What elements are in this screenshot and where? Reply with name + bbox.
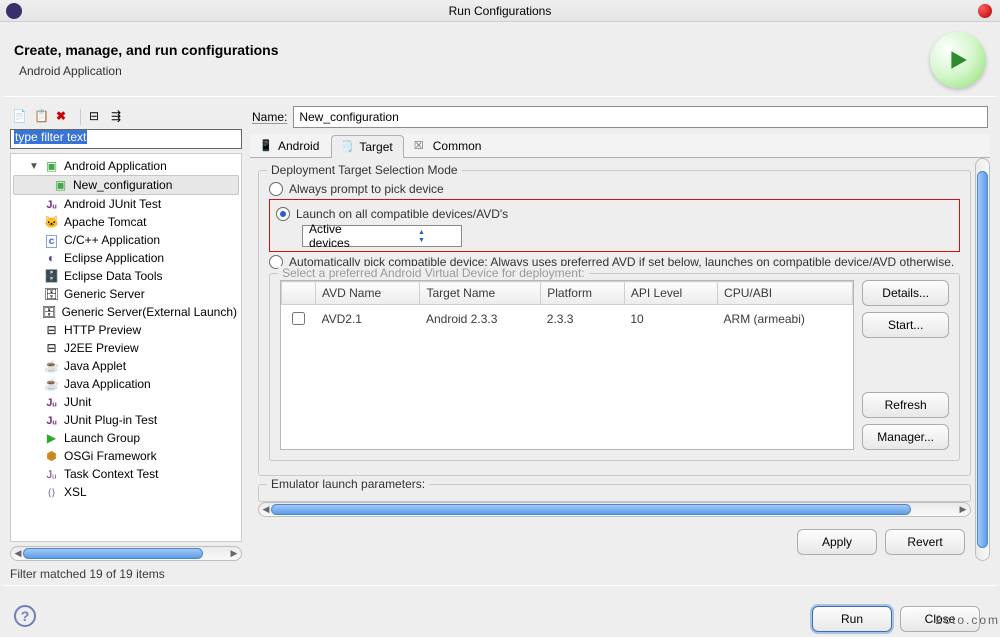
device-filter-select[interactable]: Active devices	[302, 225, 462, 247]
tree-item[interactable]: JUnit	[13, 393, 239, 411]
tree-item[interactable]: Java Applet	[13, 357, 239, 375]
tree-item[interactable]: Generic Server	[13, 285, 239, 303]
tree-item[interactable]: ▼Android Application	[13, 157, 239, 175]
tree-item[interactable]: HTTP Preview	[13, 321, 239, 339]
tree-item[interactable]: JUnit Plug-in Test	[13, 411, 239, 429]
table-row[interactable]: AVD2.1Android 2.3.32.3.310ARM (armeabi)	[282, 305, 853, 333]
radio-prompt[interactable]: Always prompt to pick device	[269, 182, 960, 196]
tree-item[interactable]: Eclipse Application	[13, 249, 239, 267]
sidebar-scroll-h[interactable]: ◀▶	[10, 546, 242, 561]
titlebar: Run Configurations	[0, 0, 1000, 22]
help-icon[interactable]: ?	[14, 605, 36, 627]
tree-item[interactable]: Generic Server(External Launch)	[13, 303, 239, 321]
content-scroll-h[interactable]: ◀▶	[258, 502, 971, 517]
emulator-params-group: Emulator launch parameters:	[258, 484, 971, 502]
eclipse-icon	[6, 3, 22, 19]
tab-android[interactable]: Android	[250, 134, 330, 157]
filter-icon[interactable]	[111, 109, 127, 125]
close-icon[interactable]	[978, 4, 992, 18]
tree-item[interactable]: Apache Tomcat	[13, 213, 239, 231]
name-label: Name:	[252, 110, 287, 124]
common-icon	[414, 139, 428, 153]
avd-legend: Select a preferred Android Virtual Devic…	[278, 266, 589, 280]
filter-field[interactable]: type filter text	[10, 129, 242, 149]
android-icon	[259, 139, 273, 153]
tree-item[interactable]: XSL	[13, 483, 239, 501]
tree-item[interactable]: Android JUnit Test	[13, 195, 239, 213]
radio-launch-all-highlight: Launch on all compatible devices/AVD's A…	[269, 199, 960, 252]
tree-item[interactable]: J2EE Preview	[13, 339, 239, 357]
tab-common[interactable]: Common	[405, 134, 493, 157]
delete-config-icon[interactable]	[56, 109, 72, 125]
tab-target[interactable]: Target	[331, 135, 403, 158]
run-big-icon	[930, 32, 986, 88]
col-cpu[interactable]: CPU/ABI	[718, 282, 853, 305]
col-api[interactable]: API Level	[624, 282, 717, 305]
run-button[interactable]: Run	[812, 606, 892, 632]
manager-button[interactable]: Manager...	[862, 424, 949, 450]
tree-item[interactable]: Launch Group	[13, 429, 239, 447]
tree-item[interactable]: Java Application	[13, 375, 239, 393]
radio-launch-all[interactable]: Launch on all compatible devices/AVD's	[276, 207, 953, 221]
config-tree[interactable]: ▼Android ApplicationNew_configurationAnd…	[10, 153, 242, 542]
revert-button[interactable]: Revert	[885, 529, 965, 555]
header: Create, manage, and run configurations A…	[0, 22, 1000, 94]
watermark: 2cto.com	[935, 608, 1000, 629]
sidebar: type filter text ▼Android ApplicationNew…	[6, 103, 246, 583]
tree-item[interactable]: Eclipse Data Tools	[13, 267, 239, 285]
header-title: Create, manage, and run configurations	[14, 42, 279, 58]
avd-table[interactable]: AVD Name Target Name Platform API Level …	[280, 280, 854, 450]
tree-item[interactable]: OSGi Framework	[13, 447, 239, 465]
name-input[interactable]	[293, 106, 988, 128]
col-check[interactable]	[282, 282, 316, 305]
divider	[3, 96, 997, 97]
apply-button[interactable]: Apply	[797, 529, 877, 555]
emulator-legend: Emulator launch parameters:	[267, 477, 429, 491]
divider-bottom	[3, 585, 997, 586]
deployment-mode-group: Deployment Target Selection Mode Always …	[258, 170, 971, 476]
tree-item[interactable]: Task Context Test	[13, 465, 239, 483]
tree-item-child[interactable]: New_configuration	[13, 175, 239, 195]
sidebar-toolbar	[10, 105, 242, 129]
content-scroll-v[interactable]	[975, 158, 990, 561]
col-target[interactable]: Target Name	[420, 282, 541, 305]
col-avd[interactable]: AVD Name	[316, 282, 420, 305]
collapse-all-icon[interactable]	[89, 109, 105, 125]
refresh-button[interactable]: Refresh	[862, 392, 949, 418]
filter-status: Filter matched 19 of 19 items	[10, 567, 242, 581]
chevron-updown-icon	[382, 229, 461, 244]
new-config-icon[interactable]	[12, 109, 28, 125]
toolbar-separator	[80, 109, 81, 125]
target-icon	[340, 140, 354, 154]
content-panel: Name: Android Target Common Deployment T…	[246, 103, 994, 583]
window-title: Run Configurations	[449, 4, 552, 18]
tree-item[interactable]: C/C++ Application	[13, 231, 239, 249]
avd-checkbox[interactable]	[292, 312, 305, 325]
avd-section: Select a preferred Android Virtual Devic…	[269, 273, 960, 461]
tabs: Android Target Common	[250, 134, 990, 158]
col-platform[interactable]: Platform	[541, 282, 625, 305]
start-button[interactable]: Start...	[862, 312, 949, 338]
deployment-mode-legend: Deployment Target Selection Mode	[267, 163, 462, 177]
header-subtitle: Android Application	[19, 64, 279, 78]
details-button[interactable]: Details...	[862, 280, 949, 306]
filter-placeholder: type filter text	[14, 130, 87, 144]
duplicate-config-icon[interactable]	[34, 109, 50, 125]
